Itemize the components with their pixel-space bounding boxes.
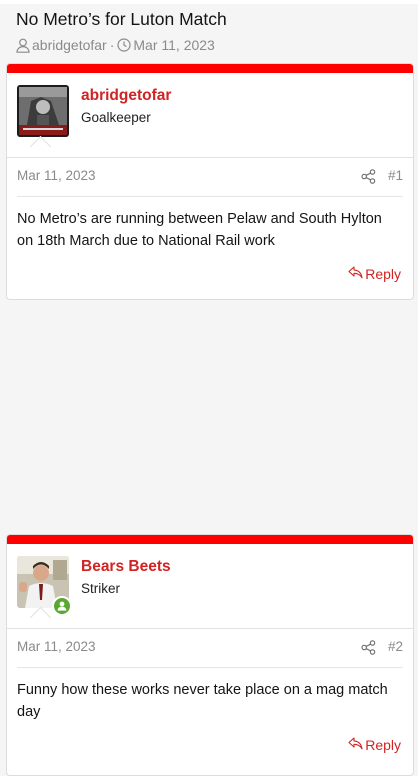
thread-date-link[interactable]: Mar 11, 2023 xyxy=(133,37,214,53)
thread-header: No Metro’s for Luton Match abridgetofar … xyxy=(0,4,418,62)
user-title: Striker xyxy=(81,581,121,596)
post-accent-bar xyxy=(7,535,413,544)
reply-icon xyxy=(348,266,365,282)
share-icon[interactable] xyxy=(361,169,376,189)
thread-author-link[interactable]: abridgetofar xyxy=(32,37,107,53)
reply-label: Reply xyxy=(365,266,401,282)
meta-separator: · xyxy=(109,37,115,53)
username-link[interactable]: abridgetofar xyxy=(81,87,171,105)
post-meta: Mar 11, 2023 #1 xyxy=(7,158,413,196)
meta-divider xyxy=(17,196,403,197)
avatar[interactable] xyxy=(17,85,69,137)
post-number-link[interactable]: #2 xyxy=(388,639,403,654)
post-body: Funny how these works never take place o… xyxy=(17,682,388,720)
post-meta: Mar 11, 2023 #2 xyxy=(7,629,413,667)
user-block: abridgetofar Goalkeeper xyxy=(7,73,413,158)
user-title: Goalkeeper xyxy=(81,110,151,125)
share-icon[interactable] xyxy=(361,640,376,660)
post-date-link[interactable]: Mar 11, 2023 xyxy=(17,639,96,654)
post-number-link[interactable]: #1 xyxy=(388,168,403,183)
reply-button[interactable]: Reply xyxy=(348,266,401,282)
user-icon xyxy=(16,38,30,53)
reply-button[interactable]: Reply xyxy=(348,737,401,753)
post-body: No Metro’s are running between Pelaw and… xyxy=(17,211,382,249)
reply-label: Reply xyxy=(365,737,401,753)
post-date-link[interactable]: Mar 11, 2023 xyxy=(17,168,96,183)
user-block: Bears Beets Striker xyxy=(7,544,413,629)
reply-icon xyxy=(348,737,365,753)
meta-divider xyxy=(17,667,403,668)
thread-title: No Metro’s for Luton Match xyxy=(16,9,227,29)
post-2: Bears Beets Striker Mar 11, 2023 #2 Funn… xyxy=(6,534,414,776)
post-accent-bar xyxy=(7,64,413,73)
online-status-icon xyxy=(52,596,72,616)
clock-icon xyxy=(117,38,131,52)
post-1: abridgetofar Goalkeeper Mar 11, 2023 #1 … xyxy=(6,63,414,300)
username-link[interactable]: Bears Beets xyxy=(81,558,171,576)
thread-meta: abridgetofar · Mar 11, 2023 xyxy=(16,37,215,53)
